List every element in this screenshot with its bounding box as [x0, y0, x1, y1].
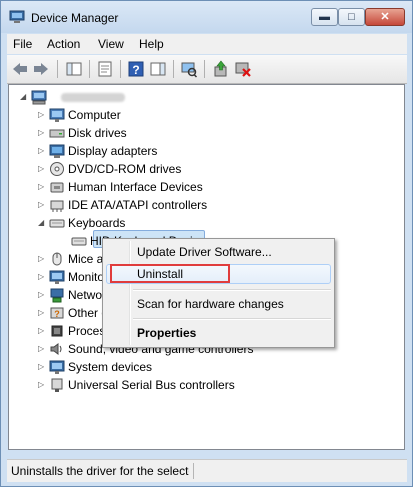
expand-arrow-icon[interactable]: ▷ — [38, 326, 47, 335]
device-manager-icon — [9, 10, 25, 23]
speaker-icon — [50, 343, 62, 355]
tree-row-computer-root[interactable]: ◢ — [9, 88, 404, 106]
tree-row-computer[interactable]: ▷ Computer — [9, 106, 404, 124]
tree-label: Display adapters — [68, 144, 158, 158]
tree-row-system-devices[interactable]: ▷ System devices — [9, 358, 404, 376]
update-driver-icon[interactable] — [212, 60, 230, 78]
menu-item-properties[interactable]: Properties — [137, 326, 196, 340]
toolbar: ? — [7, 55, 407, 84]
tree-label: IDE ATA/ATAPI controllers — [68, 198, 208, 212]
svg-text:?: ? — [132, 63, 139, 77]
toolbar-separator — [57, 60, 58, 78]
tree-row-dvd-drives[interactable]: ▷ DVD/CD-ROM drives — [9, 160, 404, 178]
processor-icon — [51, 325, 63, 337]
forward-arrow-icon[interactable] — [32, 60, 50, 78]
show-action-pane-icon[interactable] — [149, 60, 167, 78]
tree-row-disk-drives[interactable]: ▷ Disk drives — [9, 124, 404, 142]
status-bar: Uninstalls the driver for the selected d… — [7, 459, 407, 482]
status-divider — [193, 463, 194, 479]
mouse-icon — [52, 252, 62, 266]
network-adapter-icon — [50, 288, 64, 303]
toolbar-separator — [173, 60, 174, 78]
computer-icon — [31, 90, 47, 105]
expand-arrow-icon[interactable]: ▷ — [38, 308, 47, 317]
menu-help[interactable]: Help — [139, 37, 164, 51]
close-icon: ✕ — [380, 11, 390, 23]
tree-row-usb-controllers[interactable]: ▷ Universal Serial Bus controllers — [9, 376, 404, 394]
tree-row-keyboards[interactable]: ◢ Keyboards — [9, 214, 404, 232]
back-arrow-icon[interactable] — [11, 60, 29, 78]
menu-action[interactable]: Action — [47, 37, 80, 51]
expand-arrow-icon[interactable]: ▷ — [38, 272, 47, 281]
collapse-arrow-icon[interactable]: ◢ — [38, 218, 47, 227]
maximize-button[interactable]: □ — [338, 8, 365, 26]
uninstall-device-icon[interactable] — [234, 60, 252, 78]
toolbar-separator — [120, 60, 121, 78]
tree-label: Human Interface Devices — [68, 180, 203, 194]
expand-arrow-icon[interactable]: ▷ — [38, 146, 47, 155]
expand-arrow-icon[interactable]: ▷ — [38, 182, 47, 191]
tree-row-human-interface-devices[interactable]: ▷ Human Interface Devices — [9, 178, 404, 196]
scan-hardware-icon[interactable] — [180, 60, 198, 78]
tree-label: Computer — [68, 108, 121, 122]
computer-name-blurred — [61, 93, 125, 102]
properties-sheet-icon[interactable] — [96, 60, 114, 78]
tree-label: DVD/CD-ROM drives — [68, 162, 182, 176]
expand-arrow-icon[interactable]: ▷ — [38, 200, 47, 209]
expand-arrow-icon[interactable]: ▷ — [38, 290, 47, 299]
window-title: Device Manager — [31, 11, 119, 25]
minimize-button[interactable]: ▬ — [311, 8, 338, 26]
menu-gutter — [129, 241, 131, 345]
expand-arrow-icon[interactable]: ▷ — [38, 128, 47, 137]
show-hide-console-tree-icon[interactable] — [65, 60, 83, 78]
expand-arrow-icon[interactable]: ▷ — [38, 344, 47, 353]
tree-label: Universal Serial Bus controllers — [68, 378, 235, 392]
ide-controller-icon — [50, 200, 64, 212]
keyboard-icon — [49, 219, 65, 228]
device-manager-window: Device Manager ▬ □ ✕ File Action View He… — [0, 0, 413, 487]
help-icon[interactable]: ? — [127, 60, 145, 78]
other-devices-icon: ? — [50, 307, 64, 319]
system-devices-icon — [49, 360, 65, 374]
expand-arrow-icon[interactable]: ▷ — [38, 362, 47, 371]
expand-arrow-icon[interactable]: ▷ — [38, 110, 47, 119]
close-button[interactable]: ✕ — [365, 8, 405, 26]
keyboard-icon — [71, 237, 87, 246]
tree-label: System devices — [68, 360, 153, 374]
disk-drive-icon — [49, 129, 65, 138]
computer-monitor-icon — [49, 108, 65, 122]
menu-item-update-driver[interactable]: Update Driver Software... — [137, 245, 272, 259]
display-adapter-icon — [49, 144, 65, 158]
expand-arrow-icon[interactable]: ▷ — [38, 380, 47, 389]
menu-item-scan-hardware[interactable]: Scan for hardware changes — [137, 297, 284, 311]
collapse-arrow-icon[interactable]: ◢ — [20, 92, 29, 101]
monitor-icon — [49, 270, 65, 284]
usb-icon — [51, 378, 63, 392]
tree-label: Disk drives — [68, 126, 127, 140]
status-text: Uninstalls the driver for the selected d… — [11, 464, 189, 478]
menu-separator — [133, 319, 331, 320]
menu-view[interactable]: View — [98, 37, 124, 51]
toolbar-separator — [89, 60, 90, 78]
title-bar[interactable]: Device Manager ▬ □ ✕ — [1, 1, 412, 33]
maximize-icon: □ — [348, 11, 355, 23]
hid-icon — [50, 182, 64, 193]
toolbar-separator — [204, 60, 205, 78]
svg-text:?: ? — [54, 309, 60, 319]
tree-label: Keyboards — [68, 216, 126, 230]
tree-row-ide-controllers[interactable]: ▷ IDE ATA/ATAPI controllers — [9, 196, 404, 214]
tree-row-display-adapters[interactable]: ▷ Display adapters — [9, 142, 404, 160]
minimize-icon: ▬ — [319, 11, 330, 23]
context-menu: Update Driver Software... Uninstall Scan… — [102, 238, 335, 348]
uninstall-annotation-box — [110, 264, 230, 283]
menu-bar: File Action View Help — [7, 34, 407, 54]
menu-separator — [133, 290, 331, 291]
expand-arrow-icon[interactable]: ▷ — [38, 164, 47, 173]
dvd-drive-icon — [50, 162, 64, 176]
menu-file[interactable]: File — [13, 37, 32, 51]
expand-arrow-icon[interactable]: ▷ — [38, 254, 47, 263]
